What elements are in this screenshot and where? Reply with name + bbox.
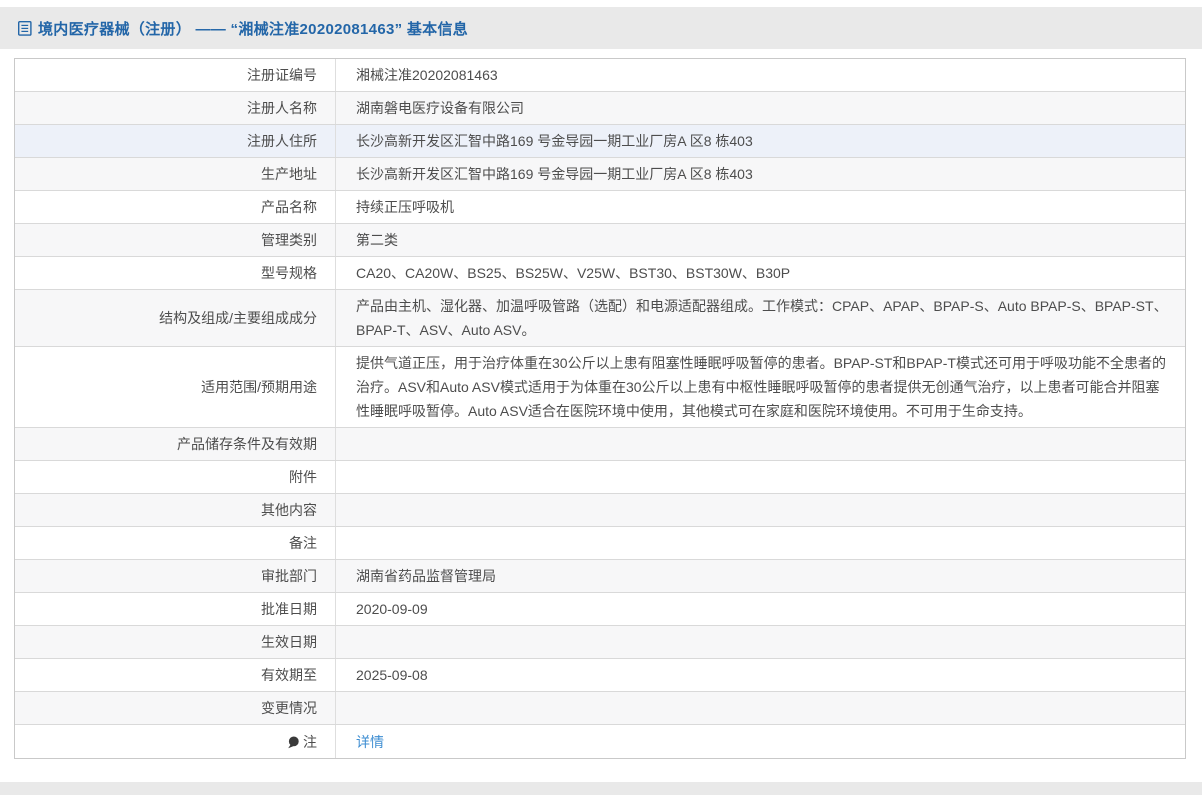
row-label: 注册证编号	[15, 59, 336, 91]
row-label: 生效日期	[15, 626, 336, 658]
row-label: 变更情况	[15, 692, 336, 724]
row-value	[336, 692, 1185, 724]
row-value: CA20、CA20W、BS25、BS25W、V25W、BST30、BST30W、…	[336, 257, 1185, 289]
table-row-model-spec: 型号规格 CA20、CA20W、BS25、BS25W、V25W、BST30、BS…	[15, 257, 1185, 290]
row-value: 长沙高新开发区汇智中路169 号金导园一期工业厂房A 区8 栋403	[336, 125, 1185, 157]
registration-info-table: 注册证编号 湘械注准20202081463 注册人名称 湖南磐电医疗设备有限公司…	[14, 58, 1186, 759]
row-label-text: 注	[303, 730, 317, 754]
document-icon	[17, 20, 33, 37]
table-row-storage-conditions: 产品储存条件及有效期	[15, 428, 1185, 461]
row-value: 2020-09-09	[336, 593, 1185, 625]
table-row-remarks: 备注	[15, 527, 1185, 560]
registration-info-page: 境内医疗器械（注册） —— “湘械注准20202081463” 基本信息 注册证…	[0, 0, 1202, 795]
row-label: 其他内容	[15, 494, 336, 526]
table-row-other-content: 其他内容	[15, 494, 1185, 527]
table-row-approval-department: 审批部门 湖南省药品监督管理局	[15, 560, 1185, 593]
row-value	[336, 527, 1185, 559]
table-row-structure-composition: 结构及组成/主要组成成分 产品由主机、湿化器、加温呼吸管路（选配）和电源适配器组…	[15, 290, 1185, 347]
row-label: 有效期至	[15, 659, 336, 691]
page-title: 境内医疗器械（注册） —— “湘械注准20202081463” 基本信息	[38, 18, 468, 39]
row-label: 结构及组成/主要组成成分	[15, 290, 336, 346]
table-row-effective-date: 生效日期	[15, 626, 1185, 659]
row-value: 持续正压呼吸机	[336, 191, 1185, 223]
row-value: 2025-09-08	[336, 659, 1185, 691]
row-value: 湖南磐电医疗设备有限公司	[336, 92, 1185, 124]
table-row-production-address: 生产地址 长沙高新开发区汇智中路169 号金导园一期工业厂房A 区8 栋403	[15, 158, 1185, 191]
table-row-note: 注 详情	[15, 725, 1185, 758]
row-value	[336, 428, 1185, 460]
row-value: 详情	[336, 725, 1185, 758]
table-row-change-status: 变更情况	[15, 692, 1185, 725]
row-value	[336, 461, 1185, 493]
detail-link[interactable]: 详情	[356, 730, 384, 754]
row-label: 适用范围/预期用途	[15, 347, 336, 427]
table-row-certificate-number: 注册证编号 湘械注准20202081463	[15, 59, 1185, 92]
row-label: 批准日期	[15, 593, 336, 625]
speech-balloon-icon	[287, 736, 300, 749]
row-value	[336, 626, 1185, 658]
row-value: 第二类	[336, 224, 1185, 256]
table-row-intended-use: 适用范围/预期用途 提供气道正压，用于治疗体重在30公斤以上患有阻塞性睡眠呼吸暂…	[15, 347, 1185, 428]
table-row-registrant-address: 注册人住所 长沙高新开发区汇智中路169 号金导园一期工业厂房A 区8 栋403	[15, 125, 1185, 158]
table-row-registrant-name: 注册人名称 湖南磐电医疗设备有限公司	[15, 92, 1185, 125]
row-value: 长沙高新开发区汇智中路169 号金导园一期工业厂房A 区8 栋403	[336, 158, 1185, 190]
row-label: 生产地址	[15, 158, 336, 190]
row-label: 型号规格	[15, 257, 336, 289]
row-label: 注册人住所	[15, 125, 336, 157]
row-label: 审批部门	[15, 560, 336, 592]
row-value: 提供气道正压，用于治疗体重在30公斤以上患有阻塞性睡眠呼吸暂停的患者。BPAP-…	[336, 347, 1185, 427]
table-row-attachments: 附件	[15, 461, 1185, 494]
row-label: 注	[15, 725, 336, 758]
page-header: 境内医疗器械（注册） —— “湘械注准20202081463” 基本信息	[0, 7, 1202, 49]
row-value: 湘械注准20202081463	[336, 59, 1185, 91]
row-label: 备注	[15, 527, 336, 559]
table-row-product-name: 产品名称 持续正压呼吸机	[15, 191, 1185, 224]
row-label: 管理类别	[15, 224, 336, 256]
row-label: 产品名称	[15, 191, 336, 223]
row-label: 产品储存条件及有效期	[15, 428, 336, 460]
table-row-approval-date: 批准日期 2020-09-09	[15, 593, 1185, 626]
row-value	[336, 494, 1185, 526]
row-value: 产品由主机、湿化器、加温呼吸管路（选配）和电源适配器组成。工作模式：CPAP、A…	[336, 290, 1185, 346]
row-value: 湖南省药品监督管理局	[336, 560, 1185, 592]
row-label: 附件	[15, 461, 336, 493]
table-row-management-category: 管理类别 第二类	[15, 224, 1185, 257]
table-row-valid-until: 有效期至 2025-09-08	[15, 659, 1185, 692]
footer-strip	[0, 782, 1202, 795]
row-label: 注册人名称	[15, 92, 336, 124]
